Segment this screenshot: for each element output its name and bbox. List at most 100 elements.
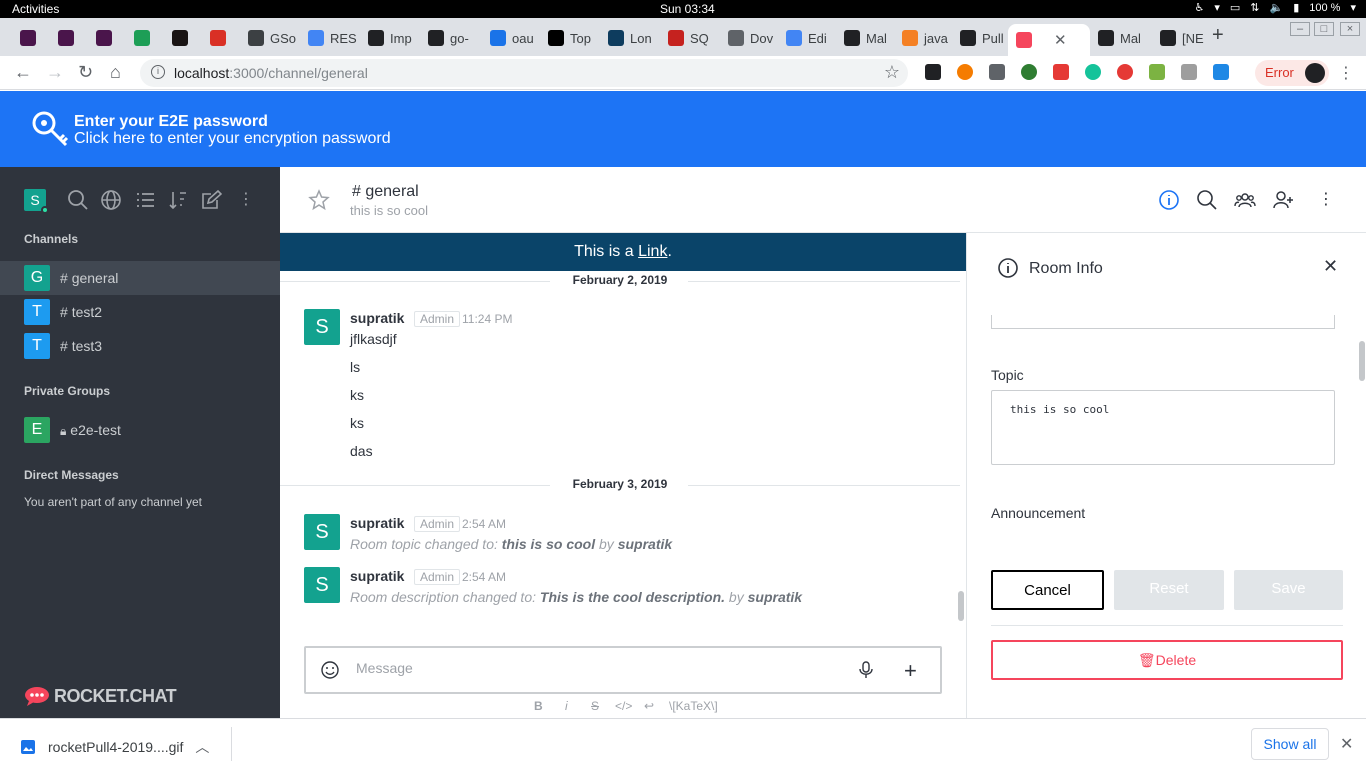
message-input[interactable]: Message	[356, 660, 413, 676]
browser-tab[interactable]	[50, 24, 88, 52]
browser-tab[interactable]: Lon	[600, 24, 660, 52]
attach-plus-icon[interactable]: +	[904, 658, 917, 684]
browser-tab[interactable]: java	[894, 24, 952, 52]
browser-tab[interactable]: oau	[482, 24, 540, 52]
previous-field[interactable]	[991, 315, 1335, 329]
show-all-button[interactable]: Show all	[1251, 728, 1329, 760]
message-avatar[interactable]: S	[304, 567, 340, 603]
extension-globe-icon[interactable]	[1021, 64, 1037, 80]
battery-icon[interactable]: ▮	[1293, 1, 1299, 14]
room-search-icon[interactable]	[1196, 189, 1218, 211]
save-button[interactable]: Save	[1234, 570, 1343, 610]
bookmark-star-icon[interactable]: ☆	[884, 62, 900, 83]
activities-button[interactable]: Activities	[12, 2, 59, 16]
members-icon[interactable]	[1234, 189, 1256, 211]
browser-menu-icon[interactable]: ⋮	[1338, 63, 1354, 83]
browser-tab[interactable]	[164, 24, 202, 52]
close-window-button[interactable]: ×	[1340, 22, 1360, 36]
add-user-icon[interactable]	[1272, 189, 1294, 211]
extension-shield-icon[interactable]	[1181, 64, 1197, 80]
extension-library-icon[interactable]	[925, 64, 941, 80]
format-italic-button[interactable]: i	[565, 699, 568, 713]
browser-tab[interactable]: GSo	[240, 24, 300, 52]
browser-tab[interactable]: Imp	[360, 24, 420, 52]
browser-tab[interactable]: Pull	[952, 24, 1008, 52]
extension-orange-icon[interactable]	[957, 64, 973, 80]
accessibility-icon[interactable]: ♿	[1194, 1, 1204, 14]
browser-tab[interactable]: Top	[540, 24, 600, 52]
message-time[interactable]: 2:54 AM	[462, 570, 506, 584]
download-item[interactable]: rocketPull4-2019....gif ︿	[20, 737, 209, 757]
sidebar-item-general[interactable]: G # general	[0, 261, 280, 295]
microphone-icon[interactable]	[856, 660, 876, 680]
reload-icon[interactable]: ↻	[78, 62, 93, 83]
browser-tab[interactable]: Dov	[720, 24, 778, 52]
browser-tab[interactable]	[126, 24, 164, 52]
dropdown-icon[interactable]: ▾	[1214, 1, 1220, 14]
screen-icon[interactable]: ▭	[1230, 1, 1240, 14]
extension-adblock-icon[interactable]	[1117, 64, 1133, 80]
announcement-link[interactable]: Link	[638, 243, 667, 260]
extension-todoist-icon[interactable]	[1053, 64, 1069, 80]
user-avatar[interactable]: S	[24, 189, 49, 214]
format-code-button[interactable]: </>	[615, 699, 632, 713]
sidebar-menu-icon[interactable]: ⋮	[238, 189, 254, 211]
power-menu-icon[interactable]: ▾	[1350, 1, 1356, 14]
browser-tab[interactable]: Mal	[836, 24, 894, 52]
emoji-icon[interactable]	[320, 660, 340, 680]
sidebar-item-test2[interactable]: T # test2	[0, 295, 280, 329]
sidebar-item-test3[interactable]: T # test3	[0, 329, 280, 363]
browser-tab[interactable]	[88, 24, 126, 52]
message-avatar[interactable]: S	[304, 514, 340, 550]
system-clock[interactable]: Sun 03:34	[660, 2, 715, 16]
close-shelf-icon[interactable]: ✕	[1340, 734, 1353, 754]
system-tray[interactable]: ♿ ▾ ▭ ⇅ 🔈 ▮ 100 % ▾	[1194, 1, 1356, 15]
delete-button[interactable]: 🗑︎Delete	[991, 640, 1343, 680]
address-bar[interactable]: i localhost:3000/channel/general ☆	[140, 59, 908, 87]
browser-tab[interactable]: RES	[300, 24, 360, 52]
chevron-up-icon[interactable]: ︿	[195, 737, 209, 757]
home-icon[interactable]: ⌂	[110, 62, 121, 83]
forward-icon[interactable]: →	[46, 62, 64, 83]
maximize-button[interactable]: □	[1314, 22, 1334, 36]
room-kebab-icon[interactable]: ⋮	[1318, 189, 1340, 211]
volume-icon[interactable]: 🔈	[1270, 1, 1284, 14]
browser-tab[interactable]: ✕	[1008, 24, 1090, 56]
extension-grammarly-icon[interactable]	[1085, 64, 1101, 80]
browser-tab[interactable]	[12, 24, 50, 52]
new-tab-button[interactable]: +	[1212, 24, 1224, 47]
search-icon[interactable]	[67, 189, 89, 211]
message-avatar[interactable]: S	[304, 309, 340, 345]
message-username[interactable]: supratik	[350, 568, 404, 584]
format-katex-button[interactable]: \[KaTeX\]	[669, 699, 718, 713]
panel-scrollbar[interactable]	[1359, 341, 1365, 381]
browser-tab[interactable]: SQ	[660, 24, 720, 52]
topic-textarea[interactable]: this is so cool	[991, 390, 1335, 465]
view-mode-list-icon[interactable]	[134, 189, 156, 211]
message-time[interactable]: 11:24 PM	[462, 312, 512, 326]
site-info-icon[interactable]: i	[151, 65, 165, 79]
tab-close-icon[interactable]: ✕	[1054, 31, 1067, 49]
sidebar-item-e2e-test[interactable]: E 🔒︎ e2e-test	[0, 413, 280, 447]
browser-tab[interactable]: Edi	[778, 24, 836, 52]
message-time[interactable]: 2:54 AM	[462, 517, 506, 531]
message-list-scrollbar[interactable]	[958, 591, 964, 621]
e2e-password-banner[interactable]: Enter your E2E password Click here to en…	[0, 91, 1366, 167]
extension-badge-icon[interactable]	[989, 64, 1005, 80]
extension-cors-icon[interactable]	[1149, 64, 1165, 80]
minimize-button[interactable]: –	[1290, 22, 1310, 36]
message-username[interactable]: supratik	[350, 310, 404, 326]
sort-icon[interactable]	[167, 189, 189, 211]
create-new-icon[interactable]	[200, 189, 222, 211]
room-announcement[interactable]: This is a Link.	[280, 233, 966, 271]
network-icon[interactable]: ⇅	[1250, 1, 1259, 14]
browser-tab[interactable]: Mal	[1090, 24, 1152, 52]
browser-tab[interactable]	[202, 24, 240, 52]
reset-button[interactable]: Reset	[1114, 570, 1224, 610]
room-info-icon[interactable]	[1158, 189, 1180, 211]
back-icon[interactable]: ←	[14, 62, 32, 83]
message-username[interactable]: supratik	[350, 515, 404, 531]
profile-error-button[interactable]: Error	[1255, 60, 1329, 86]
browser-tab[interactable]: [NE	[1152, 24, 1214, 52]
extension-image-icon[interactable]	[1213, 64, 1229, 80]
